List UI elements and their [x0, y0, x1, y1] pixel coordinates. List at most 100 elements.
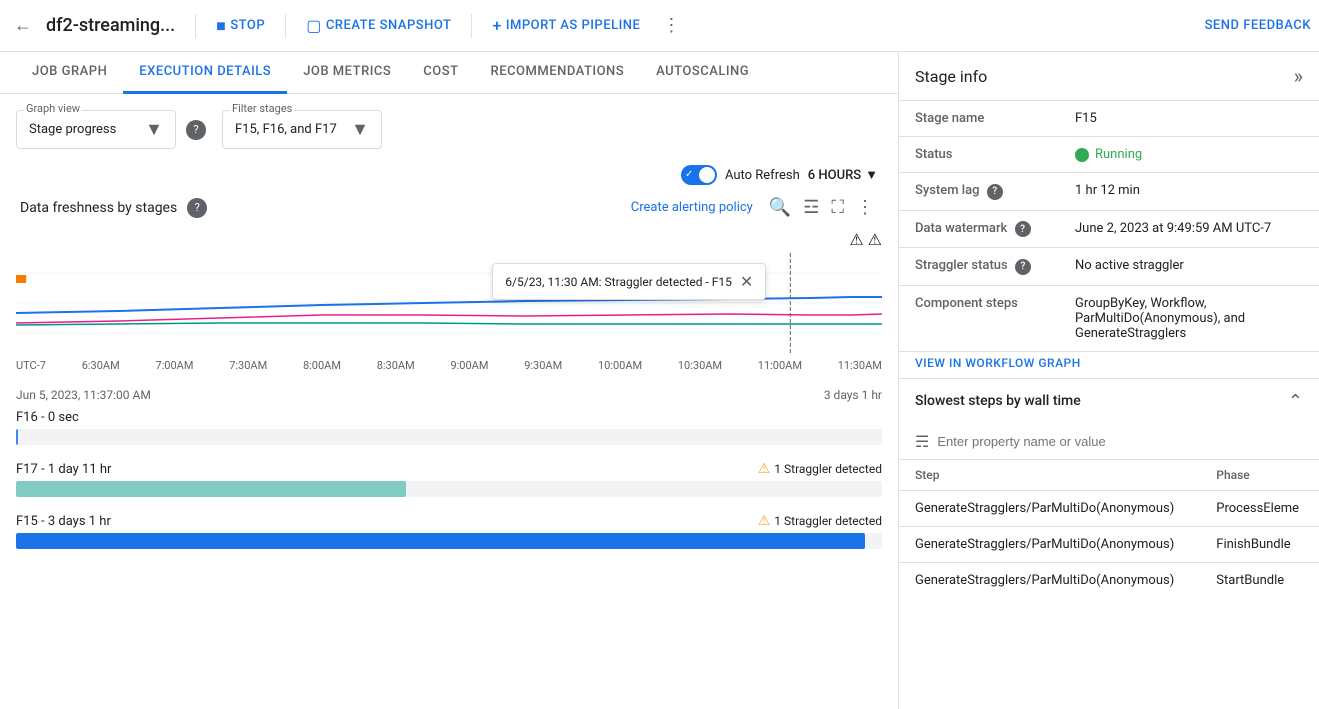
info-row-system-lag: System lag ? 1 hr 12 min: [899, 173, 1319, 211]
step-name-3: GenerateStragglers/ParMultiDo(Anonymous): [899, 562, 1200, 598]
filter-stages-label: Filter stages: [230, 102, 294, 115]
stage-f17-straggler: ⚠ 1 Straggler detected: [758, 461, 882, 477]
chevron-down-icon-2: ▼: [351, 119, 369, 140]
stage-f15-bar-container: [16, 533, 882, 549]
tab-autoscaling[interactable]: AUTOSCALING: [640, 52, 765, 94]
auto-refresh-toggle[interactable]: ✓: [681, 165, 717, 185]
import-pipeline-button[interactable]: + IMPORT AS PIPELINE: [484, 10, 648, 41]
x-axis-label-3: 7:30AM: [229, 359, 267, 372]
steps-col-phase: Phase: [1200, 460, 1319, 491]
stage-f15-name: F15 - 3 days 1 hr: [16, 514, 111, 529]
step-phase-1: ProcessEleme: [1200, 490, 1319, 526]
create-alerting-policy-link[interactable]: Create alerting policy: [631, 200, 753, 215]
divider3: [471, 14, 472, 38]
chart-title-text: Data freshness by stages: [20, 200, 177, 216]
stage-f17-straggler-text: 1 Straggler detected: [774, 462, 882, 476]
x-axis-label-5: 8:30AM: [377, 359, 415, 372]
stage-item-f15: F15 - 3 days 1 hr ⚠ 1 Straggler detected: [16, 513, 882, 549]
x-axis-label-2: 7:00AM: [155, 359, 193, 372]
auto-refresh-row: ✓ Auto Refresh 6 HOURS ▼: [16, 165, 882, 185]
info-value-component-steps: GroupByKey, Workflow, ParMultiDo(Anonymo…: [1059, 285, 1319, 351]
close-icon[interactable]: ✕: [740, 272, 753, 291]
slowest-steps-title: Slowest steps by wall time: [915, 393, 1081, 409]
tab-job-graph[interactable]: JOB GRAPH: [16, 52, 123, 94]
chart-help-icon[interactable]: ?: [187, 198, 207, 218]
filter-stages-select[interactable]: F15, F16, and F17 ▼: [222, 110, 382, 149]
create-snapshot-label: CREATE SNAPSHOT: [326, 18, 452, 33]
stage-item-f16: F16 - 0 sec: [16, 410, 882, 445]
tab-cost[interactable]: COST: [407, 52, 474, 94]
time-range-selector[interactable]: 6 HOURS ▼: [808, 167, 878, 183]
info-label-stage-name: Stage name: [899, 101, 1059, 137]
status-running-badge: ✓ Running: [1075, 147, 1303, 162]
panel-close-icon[interactable]: »: [1294, 64, 1303, 88]
info-label-status: Status: [899, 137, 1059, 173]
more-vert-chart-icon[interactable]: ⋮: [852, 193, 878, 222]
info-label-straggler-status: Straggler status ?: [899, 248, 1059, 286]
view-workflow-link[interactable]: VIEW IN WORKFLOW GRAPH: [899, 352, 1319, 378]
right-panel: Stage info » Stage name F15 Status ✓ Run…: [899, 52, 1319, 709]
data-watermark-help-icon[interactable]: ?: [1015, 221, 1031, 237]
tab-recommendations[interactable]: RECOMMENDATIONS: [475, 52, 641, 94]
alert-icons-row: ⚠ ⚠: [16, 230, 882, 249]
info-row-data-watermark: Data watermark ? June 2, 2023 at 9:49:59…: [899, 210, 1319, 248]
divider: [195, 14, 196, 38]
stage-info-table: Stage name F15 Status ✓ Running System l…: [899, 101, 1319, 352]
send-feedback-button[interactable]: SEND FEEDBACK: [1205, 18, 1311, 33]
chart-title-group: Data freshness by stages ?: [20, 198, 207, 218]
graph-view-label: Graph view: [24, 102, 82, 115]
filter-funnel-icon: ☴: [915, 432, 929, 451]
stage-info-title: Stage info: [915, 67, 987, 86]
info-row-stage-name: Stage name F15: [899, 101, 1319, 137]
back-button[interactable]: ←: [8, 9, 38, 42]
steps-col-step: Step: [899, 460, 1200, 491]
fullscreen-icon[interactable]: ⛶: [827, 193, 848, 222]
graph-view-group: Graph view Stage progress ▼: [16, 110, 176, 149]
chevron-down-icon-3: ▼: [865, 167, 878, 183]
stop-button[interactable]: ■ STOP: [208, 10, 273, 42]
stage-f16-name: F16 - 0 sec: [16, 410, 79, 425]
tab-bar: JOB GRAPH EXECUTION DETAILS JOB METRICS …: [0, 52, 898, 94]
x-axis-label-4: 8:00AM: [303, 359, 341, 372]
x-axis-label-6: 9:00AM: [450, 359, 488, 372]
step-name-1: GenerateStragglers/ParMultiDo(Anonymous): [899, 490, 1200, 526]
filter-stages-value: F15, F16, and F17: [235, 122, 337, 137]
tab-execution-details[interactable]: EXECUTION DETAILS: [123, 52, 287, 94]
info-row-component-steps: Component steps GroupByKey, Workflow, Pa…: [899, 285, 1319, 351]
stop-label: STOP: [230, 18, 265, 33]
x-axis-label-9: 10:30AM: [678, 359, 722, 372]
stages-section: Jun 5, 2023, 11:37:00 AM 3 days 1 hr F16…: [16, 388, 882, 549]
snapshot-icon: ▢: [306, 16, 322, 35]
info-label-component-steps: Component steps: [899, 285, 1059, 351]
create-snapshot-button[interactable]: ▢ CREATE SNAPSHOT: [298, 10, 459, 41]
filter-icon[interactable]: ☲: [799, 193, 823, 222]
graph-controls: Graph view Stage progress ▼ ? Filter sta…: [16, 110, 882, 149]
slowest-steps-header[interactable]: Slowest steps by wall time ⌃: [899, 379, 1319, 424]
import-label: IMPORT AS PIPELINE: [506, 18, 641, 33]
stage-f16-bar: [16, 429, 18, 445]
filter-input[interactable]: [937, 434, 1303, 449]
search-icon[interactable]: 🔍: [765, 193, 795, 222]
stage-f15-straggler: ⚠ 1 Straggler detected: [758, 513, 882, 529]
main-layout: JOB GRAPH EXECUTION DETAILS JOB METRICS …: [0, 52, 1319, 709]
info-value-straggler-status: No active straggler: [1059, 248, 1319, 286]
left-panel: JOB GRAPH EXECUTION DETAILS JOB METRICS …: [0, 52, 899, 709]
system-lag-help-icon[interactable]: ?: [987, 184, 1003, 200]
tooltip-text: 6/5/23, 11:30 AM: Straggler detected - F…: [505, 275, 732, 289]
stage-duration: 3 days 1 hr: [824, 388, 882, 402]
x-axis: UTC-7 6:30AM 7:00AM 7:30AM 8:00AM 8:30AM…: [16, 357, 882, 380]
info-label-system-lag: System lag ?: [899, 173, 1059, 211]
more-vert-icon[interactable]: ⋮: [656, 9, 686, 42]
table-row: GenerateStragglers/ParMultiDo(Anonymous)…: [899, 490, 1319, 526]
step-phase-3: StartBundle: [1200, 562, 1319, 598]
x-axis-label-8: 10:00AM: [598, 359, 642, 372]
step-name-2: GenerateStragglers/ParMultiDo(Anonymous): [899, 526, 1200, 562]
info-value-stage-name: F15: [1059, 101, 1319, 137]
collapse-icon[interactable]: ⌃: [1288, 391, 1303, 412]
graph-view-help-icon[interactable]: ?: [186, 120, 206, 140]
tab-job-metrics[interactable]: JOB METRICS: [287, 52, 407, 94]
graph-view-select[interactable]: Stage progress ▼: [16, 110, 176, 149]
import-icon: +: [492, 16, 501, 35]
straggler-status-help-icon[interactable]: ?: [1015, 259, 1031, 275]
info-value-data-watermark: June 2, 2023 at 9:49:59 AM UTC-7: [1059, 210, 1319, 248]
